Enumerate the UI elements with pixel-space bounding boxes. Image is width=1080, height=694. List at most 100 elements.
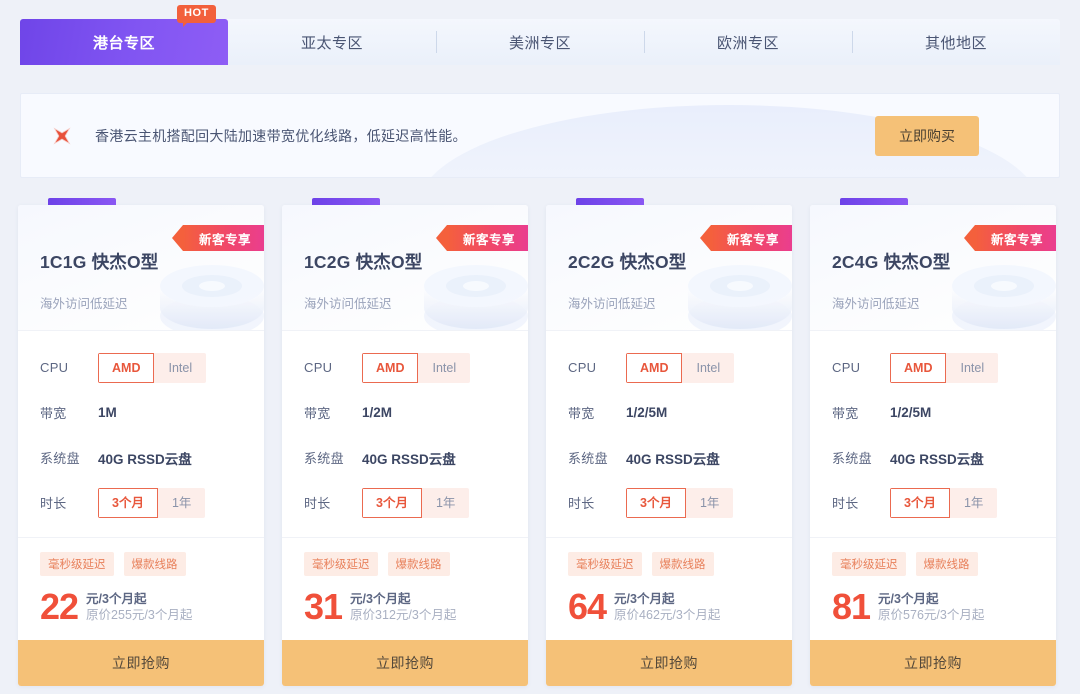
tab-region-4[interactable]: 其他地区 bbox=[852, 19, 1060, 65]
spec-label-cpu: CPU bbox=[40, 360, 69, 375]
cpu-option-amd[interactable]: AMD bbox=[98, 352, 155, 383]
cpu-option-amd[interactable]: AMD bbox=[362, 352, 419, 383]
tab-region-2[interactable]: 美洲专区 bbox=[436, 19, 644, 65]
spec-row-bandwidth: 带宽 1/2M bbox=[304, 390, 506, 435]
duration-option-1year[interactable]: 1年 bbox=[422, 488, 469, 518]
feature-tag: 爆款线路 bbox=[123, 552, 186, 576]
card-title: 1C2G 快杰O型 bbox=[304, 252, 423, 272]
duration-segmented-control[interactable]: 3个月 1年 bbox=[362, 487, 470, 518]
card-specs: CPU AMD Intel 带宽 1M 系统盘 40G RSSD云盘 时长 3个月 1年 bbox=[18, 330, 264, 537]
promo-page: 港台专区 HOT 亚太专区 美洲专区 欧洲专区 其他地区 香港云主机搭配回大陆加速带宽优化… bbox=[0, 0, 1080, 694]
new-customer-ribbon: 新客专享 bbox=[435, 225, 528, 251]
tab-region-3[interactable]: 欧洲专区 bbox=[644, 19, 852, 65]
cpu-option-intel[interactable]: Intel bbox=[418, 353, 470, 383]
spec-label-bandwidth: 带宽 bbox=[40, 406, 67, 421]
duration-option-3months[interactable]: 3个月 bbox=[890, 487, 950, 518]
duration-segmented-control[interactable]: 3个月 1年 bbox=[98, 487, 206, 518]
tab-label: 其他地区 bbox=[924, 34, 987, 52]
cpu-segmented-control[interactable]: AMD Intel bbox=[98, 352, 207, 383]
card-title: 2C2G 快杰O型 bbox=[568, 252, 687, 272]
spec-value-disk: 40G RSSD云盘 bbox=[890, 451, 984, 467]
spec-value-bandwidth: 1/2M bbox=[362, 405, 393, 420]
spec-row-duration: 时长 3个月 1年 bbox=[568, 480, 770, 525]
spec-row-duration: 时长 3个月 1年 bbox=[304, 480, 506, 525]
spec-label-disk: 系统盘 bbox=[40, 451, 80, 466]
duration-option-3months[interactable]: 3个月 bbox=[626, 487, 686, 518]
card-title: 2C4G 快杰O型 bbox=[832, 252, 951, 272]
spec-value-bandwidth: 1/2/5M bbox=[890, 405, 932, 420]
hot-badge: HOT bbox=[176, 5, 216, 27]
duration-segmented-control[interactable]: 3个月 1年 bbox=[626, 487, 734, 518]
tab-label: 欧洲专区 bbox=[716, 34, 779, 52]
spec-value-bandwidth: 1M bbox=[98, 405, 117, 420]
spec-label-disk: 系统盘 bbox=[568, 451, 608, 466]
new-customer-ribbon: 新客专享 bbox=[171, 225, 264, 251]
spec-row-bandwidth: 带宽 1M bbox=[40, 390, 242, 435]
card-subtitle: 海外访问低延迟 bbox=[568, 297, 656, 311]
product-card-list: 新客专享 1C1G 快杰O型 海外访问低延迟 CPU AMD Intel 带宽 1M 系统盘 40… bbox=[18, 198, 1062, 686]
feature-tag-list: 毫秒级延迟 爆款线路 bbox=[568, 552, 770, 576]
cpu-segmented-control[interactable]: AMD Intel bbox=[362, 352, 471, 383]
tab-region-0[interactable]: 港台专区 HOT bbox=[20, 5, 228, 65]
card-subtitle: 海外访问低延迟 bbox=[832, 297, 920, 311]
spec-label-duration: 时长 bbox=[832, 496, 859, 511]
feature-tag: 爆款线路 bbox=[387, 552, 450, 576]
tab-label: 港台专区 bbox=[92, 34, 155, 52]
grab-now-button[interactable]: 立即抢购 bbox=[282, 640, 528, 686]
cpu-option-intel[interactable]: Intel bbox=[682, 353, 734, 383]
product-card: 新客专享 2C4G 快杰O型 海外访问低延迟 CPU AMD Intel 带宽 1/2/5M 系… bbox=[810, 198, 1056, 686]
price-line: 64 元/3个月起 原价462元/3个月起 bbox=[568, 586, 770, 627]
grab-now-button[interactable]: 立即抢购 bbox=[18, 640, 264, 686]
new-customer-ribbon: 新客专享 bbox=[963, 225, 1056, 251]
card-header: 新客专享 2C4G 快杰O型海外访问低延迟 bbox=[810, 205, 1056, 330]
price-amount: 22 bbox=[40, 586, 79, 627]
cpu-segmented-control[interactable]: AMD Intel bbox=[626, 352, 735, 383]
price-unit: 元/3个月起 bbox=[878, 592, 939, 606]
tab-region-1[interactable]: 亚太专区 bbox=[228, 19, 436, 65]
card-price-block: 毫秒级延迟 爆款线路 81 元/3个月起 原价576元/3个月起 bbox=[810, 537, 1056, 640]
cpu-option-amd[interactable]: AMD bbox=[890, 352, 947, 383]
spec-row-disk: 系统盘 40G RSSD云盘 bbox=[568, 435, 770, 480]
duration-option-1year[interactable]: 1年 bbox=[686, 488, 733, 518]
price-line: 31 元/3个月起 原价312元/3个月起 bbox=[304, 586, 506, 627]
spec-value-bandwidth: 1/2/5M bbox=[626, 405, 668, 420]
price-unit: 元/3个月起 bbox=[350, 592, 411, 606]
product-card: 新客专享 2C2G 快杰O型 海外访问低延迟 CPU AMD Intel 带宽 1/2/5M 系… bbox=[546, 198, 792, 686]
cloud-disk-icon bbox=[410, 244, 528, 330]
grab-now-button[interactable]: 立即抢购 bbox=[546, 640, 792, 686]
cpu-option-intel[interactable]: Intel bbox=[154, 353, 206, 383]
cpu-option-amd[interactable]: AMD bbox=[626, 352, 683, 383]
spec-row-disk: 系统盘 40G RSSD云盘 bbox=[832, 435, 1034, 480]
cpu-option-intel[interactable]: Intel bbox=[946, 353, 998, 383]
buy-now-button[interactable]: 立即购买 bbox=[875, 115, 979, 156]
price-original: 原价255元/3个月起 bbox=[86, 608, 193, 622]
cloud-disk-icon bbox=[938, 244, 1056, 330]
spec-label-cpu: CPU bbox=[832, 360, 861, 375]
cloud-disk-illustration bbox=[688, 265, 792, 330]
spec-value-disk: 40G RSSD云盘 bbox=[98, 451, 192, 467]
cloud-disk-illustration bbox=[160, 265, 264, 330]
card-subtitle: 海外访问低延迟 bbox=[304, 297, 392, 311]
duration-option-3months[interactable]: 3个月 bbox=[98, 487, 158, 518]
product-card: 新客专享 1C1G 快杰O型海外访问低延迟 CPU AMD Intel 带宽 1M 系统盘 40… bbox=[18, 198, 264, 686]
cloud-disk-illustration bbox=[424, 265, 528, 330]
card-title: 1C1G 快杰O型 bbox=[40, 252, 159, 272]
duration-option-1year[interactable]: 1年 bbox=[158, 488, 205, 518]
spec-label-disk: 系统盘 bbox=[304, 451, 344, 466]
duration-option-3months[interactable]: 3个月 bbox=[362, 487, 422, 518]
card-specs: CPU AMD Intel 带宽 1/2/5M 系统盘 40G RSSD云盘 时长 3个月 1年 bbox=[546, 330, 792, 537]
feature-tag: 毫秒级延迟 bbox=[40, 552, 114, 576]
duration-option-1year[interactable]: 1年 bbox=[950, 488, 997, 518]
card-accent-bar bbox=[840, 198, 908, 205]
card-subtitle: 海外访问低延迟 bbox=[40, 297, 128, 311]
price-amount: 64 bbox=[568, 586, 607, 627]
grab-now-button[interactable]: 立即抢购 bbox=[810, 640, 1056, 686]
spec-label-duration: 时长 bbox=[568, 496, 595, 511]
price-amount: 31 bbox=[304, 586, 343, 627]
feature-tag: 毫秒级延迟 bbox=[304, 552, 378, 576]
spec-label-disk: 系统盘 bbox=[832, 451, 872, 466]
duration-segmented-control[interactable]: 3个月 1年 bbox=[890, 487, 998, 518]
cpu-segmented-control[interactable]: AMD Intel bbox=[890, 352, 999, 383]
spec-label-cpu: CPU bbox=[304, 360, 333, 375]
feature-tag-list: 毫秒级延迟 爆款线路 bbox=[832, 552, 1034, 576]
